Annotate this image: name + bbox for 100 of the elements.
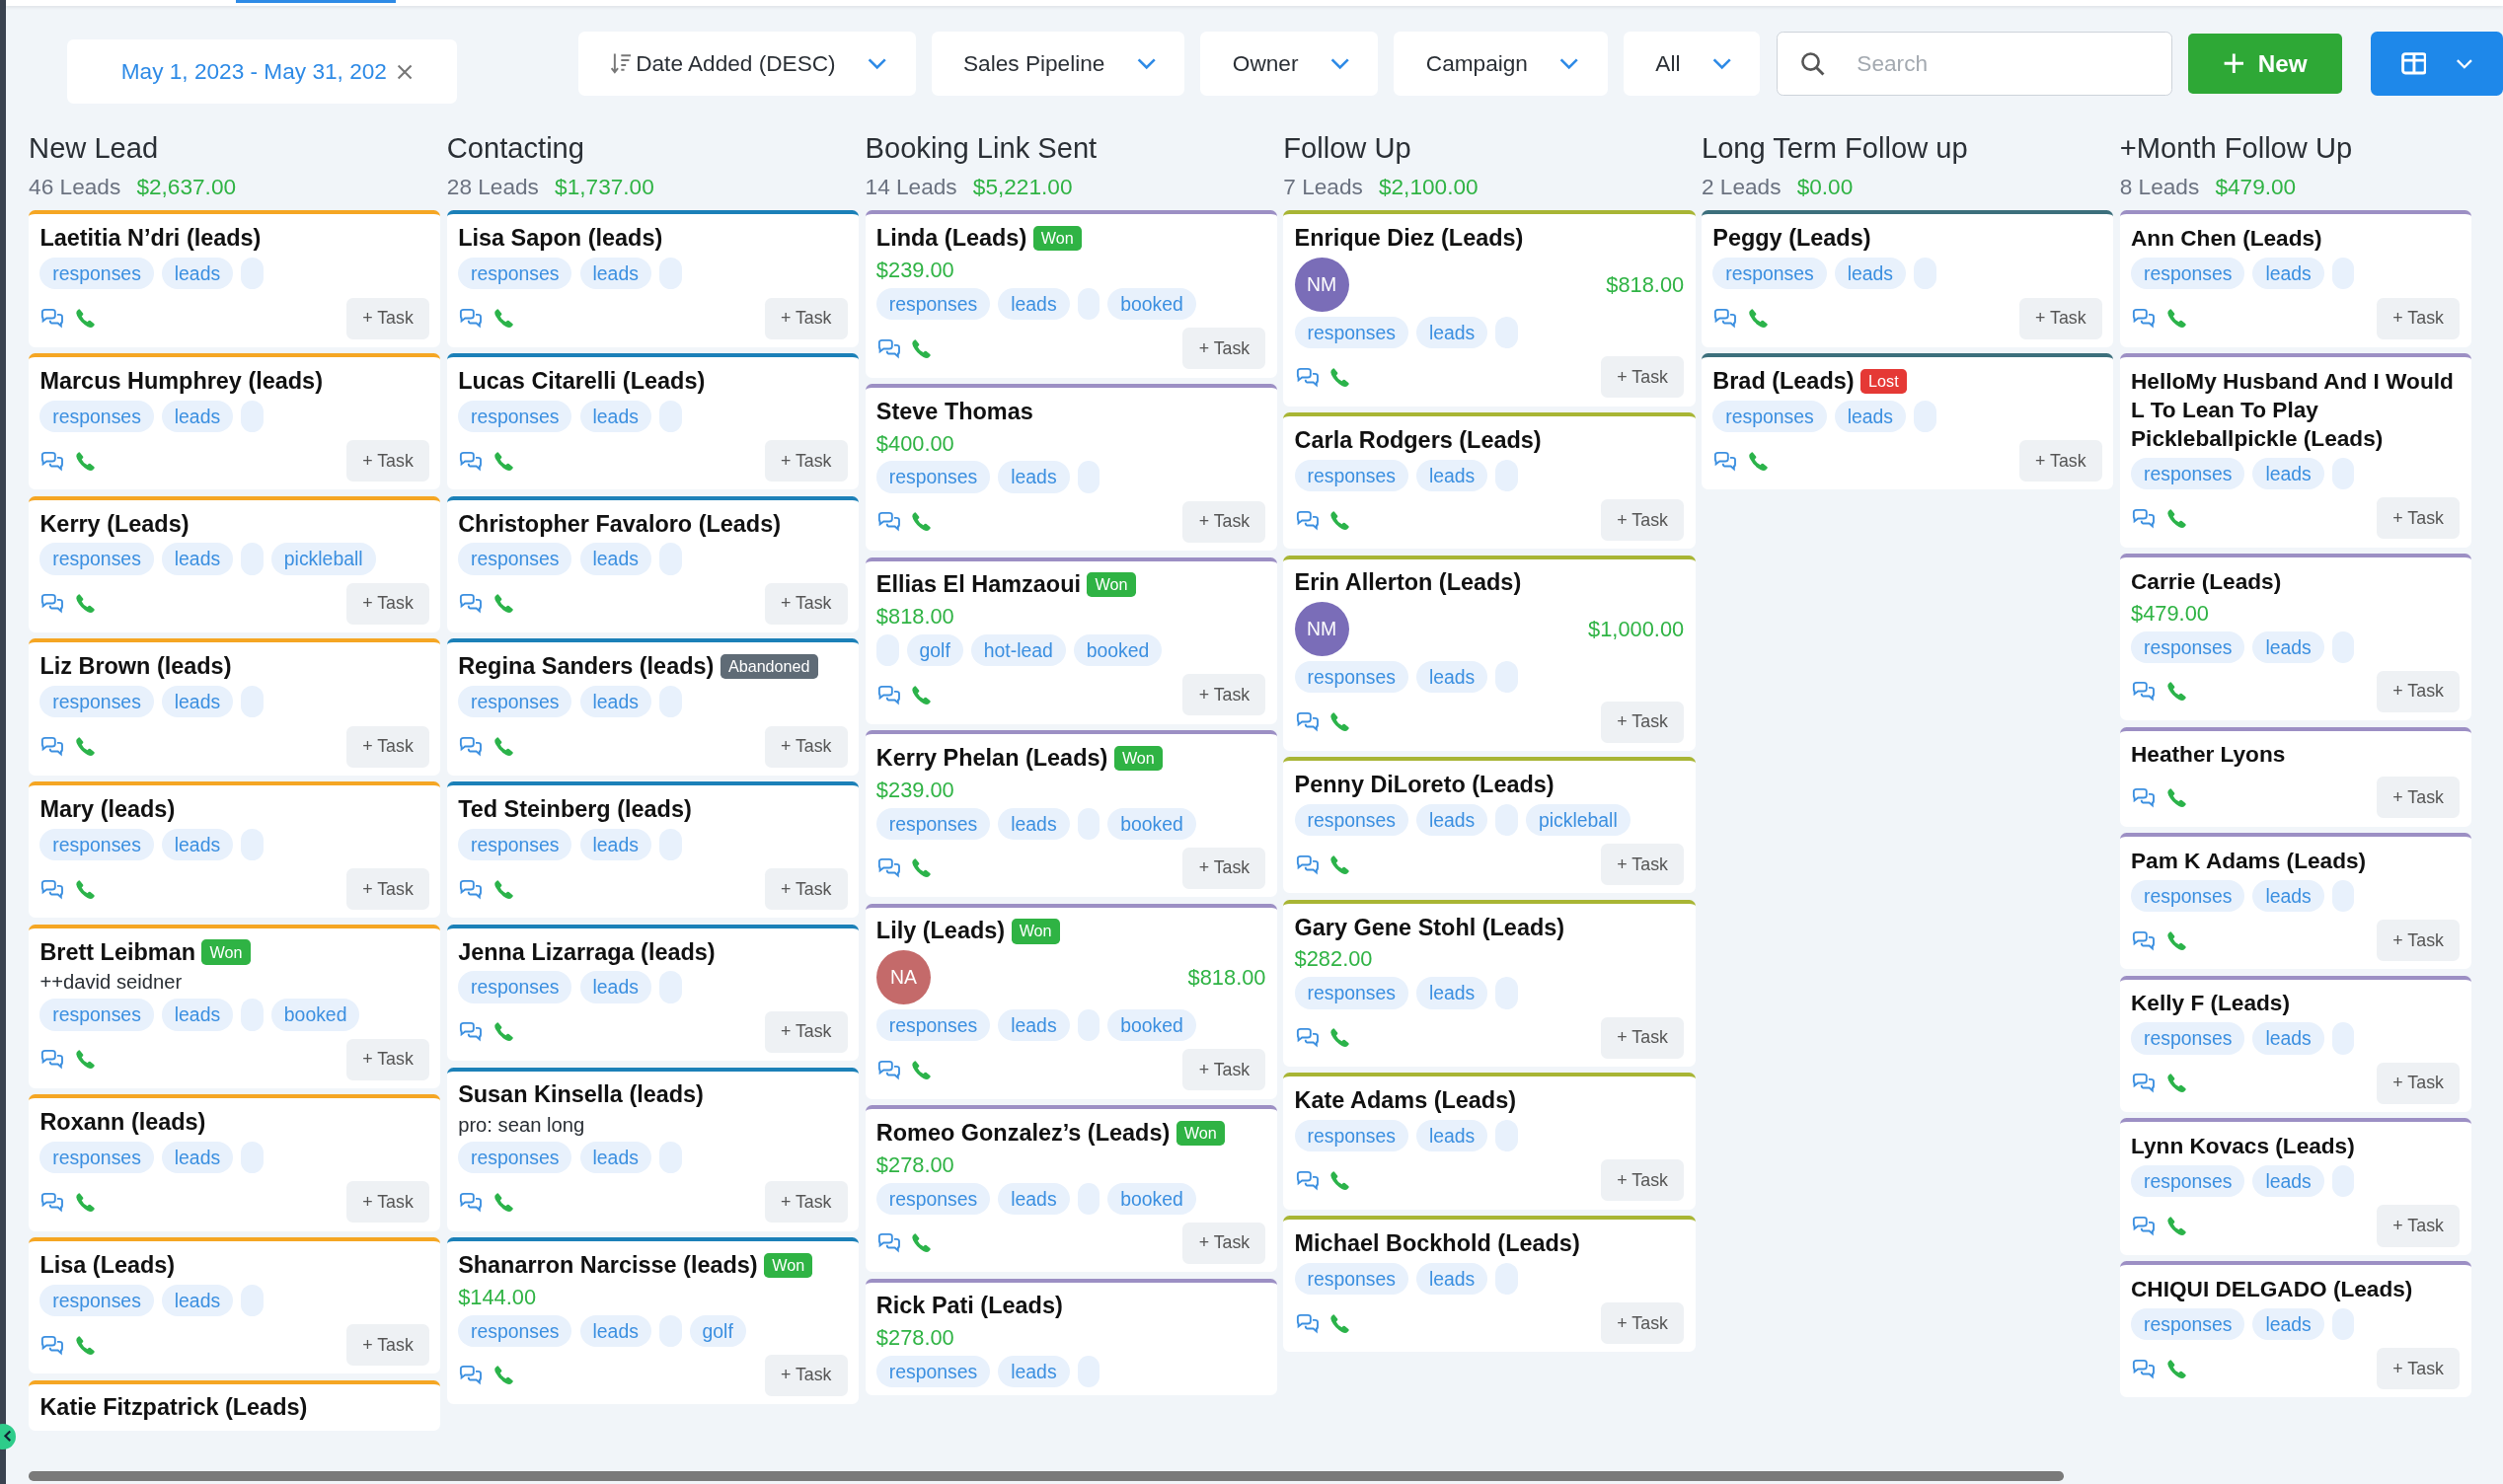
chat-icon[interactable] [1294,1312,1321,1334]
lead-card[interactable]: Erin Allerton (Leads) NM $1,000.00 responses leads + Task [1283,555,1696,751]
phone-icon[interactable] [1329,509,1351,531]
chat-icon[interactable] [39,593,66,615]
add-task-button[interactable]: + Task [764,1354,848,1396]
lead-card[interactable]: Lisa Sapon (leads) responses leads + Task [446,210,860,347]
chat-icon[interactable] [1712,308,1739,330]
lead-card[interactable]: Penny DiLoreto (Leads) responses leads pickleball + Task [1283,757,1696,894]
lead-name[interactable]: Peggy (Leads) [1712,224,1871,254]
chat-icon[interactable] [2131,507,2157,529]
date-range-field[interactable]: May 1, 2023 - May 31, 202 [66,39,458,105]
add-task-button[interactable]: + Task [1182,674,1266,716]
chat-icon[interactable] [458,878,484,900]
lead-card[interactable]: Lucas Citarelli (Leads) responses leads + Task [446,353,860,490]
add-task-button[interactable]: + Task [764,1181,848,1224]
lead-card[interactable]: Kelly F (Leads) responses leads + Task [2119,975,2471,1112]
add-task-button[interactable]: + Task [2377,777,2461,819]
phone-icon[interactable] [1329,1169,1351,1191]
lead-name[interactable]: Marcus Humphrey (leads) [39,366,323,396]
phone-icon[interactable] [2165,929,2187,951]
phone-icon[interactable] [2165,507,2187,529]
lead-card[interactable]: Brad (Leads) Lost responses leads + Task [1702,353,2114,490]
lead-card[interactable]: Susan Kinsella (leads) pro: sean long responses leads + Task [446,1067,860,1231]
chat-icon[interactable] [875,1232,902,1254]
lead-card[interactable]: Peggy (Leads) responses leads + Task [1702,210,2114,347]
add-task-button[interactable]: + Task [1182,1049,1266,1091]
phone-icon[interactable] [493,1365,514,1386]
lead-card[interactable]: Christopher Favaloro (Leads) responses leads + Task [446,495,860,632]
lead-name[interactable]: Penny DiLoreto (Leads) [1294,770,1555,799]
chat-icon[interactable] [458,736,484,758]
chat-icon[interactable] [2131,1073,2157,1094]
lead-card[interactable]: Kerry (Leads) responses leads pickleball + Task [29,495,441,632]
lead-card[interactable]: Marcus Humphrey (leads) responses leads + Task [29,353,441,490]
phone-icon[interactable] [493,593,514,615]
chat-icon[interactable] [39,878,66,900]
lead-name[interactable]: Lisa Sapon (leads) [458,224,663,254]
phone-icon[interactable] [493,1191,514,1213]
lead-card[interactable]: Kate Adams (Leads) responses leads + Task [1283,1073,1696,1210]
lead-name[interactable]: Heather Lyons [2131,740,2286,770]
lead-card[interactable]: Laetitia N’dri (leads) responses leads + Task [29,210,441,347]
add-task-button[interactable]: + Task [1182,328,1266,370]
chat-icon[interactable] [875,337,902,359]
filter-dropdown[interactable]: Sales Pipeline [931,32,1185,97]
add-task-button[interactable]: + Task [2377,1062,2461,1104]
lead-name[interactable]: Michael Bockhold (Leads) [1294,1228,1580,1258]
add-task-button[interactable]: + Task [345,440,430,482]
phone-icon[interactable] [75,450,96,472]
lead-name[interactable]: Brad (Leads) [1712,366,1855,396]
lead-name[interactable]: Christopher Favaloro (Leads) [458,509,782,539]
lead-name[interactable]: Kelly F (Leads) [2131,989,2290,1018]
filter-dropdown[interactable]: Owner [1200,32,1379,97]
lead-name[interactable]: Carla Rodgers (Leads) [1294,425,1542,455]
lead-card[interactable]: Lily (Leads) Won NA $818.00 responses leads booked + Task [865,903,1277,1099]
phone-icon[interactable] [75,878,96,900]
filter-dropdown[interactable]: Campaign [1394,32,1608,97]
close-icon[interactable] [396,63,413,80]
add-task-button[interactable]: + Task [2377,1205,2461,1247]
chat-icon[interactable] [1294,1027,1321,1049]
view-toggle-button[interactable] [2371,32,2503,97]
lead-name[interactable]: Pam K Adams (Leads) [2131,846,2367,875]
phone-icon[interactable] [911,1059,933,1080]
lead-name[interactable]: Kate Adams (Leads) [1294,1086,1517,1116]
add-task-button[interactable]: + Task [345,297,430,339]
add-task-button[interactable]: + Task [345,868,430,911]
lead-name[interactable]: Ann Chen (Leads) [2131,224,2322,254]
phone-icon[interactable] [493,450,514,472]
sort-dropdown[interactable]: Date Added (DESC) [577,32,916,97]
phone-icon[interactable] [2165,1358,2187,1379]
add-task-button[interactable]: + Task [345,582,430,625]
chat-icon[interactable] [2131,929,2157,951]
add-task-button[interactable]: + Task [764,582,848,625]
lead-name[interactable]: CHIQUI DELGADO (Leads) [2131,1274,2413,1303]
add-task-button[interactable]: + Task [345,1324,430,1367]
lead-card[interactable]: Katie Fitzpatrick (Leads) [29,1379,441,1431]
phone-icon[interactable] [75,1049,96,1071]
lead-name[interactable]: Lisa (Leads) [39,1250,176,1280]
chat-icon[interactable] [1294,1169,1321,1191]
add-task-button[interactable]: + Task [1182,1222,1266,1264]
chat-icon[interactable] [875,511,902,533]
chat-icon[interactable] [39,1334,66,1356]
lead-card[interactable]: Romeo Gonzalez’s (Leads) Won $278.00 responses leads booked + Task [865,1105,1277,1273]
lead-name[interactable]: Brett Leibman [39,937,195,967]
phone-icon[interactable] [75,308,96,330]
lead-name[interactable]: Roxann (leads) [39,1108,206,1138]
filter-dropdown[interactable]: All [1623,32,1761,97]
phone-icon[interactable] [75,1334,96,1356]
lead-name[interactable]: Laetitia N’dri (leads) [39,224,262,254]
lead-card[interactable]: Lisa (Leads) responses leads + Task [29,1237,441,1374]
add-task-button[interactable]: + Task [2018,440,2102,482]
lead-name[interactable]: Mary (leads) [39,794,176,824]
phone-icon[interactable] [75,736,96,758]
lead-name[interactable]: Carrie (Leads) [2131,566,2282,596]
lead-name[interactable]: Linda (Leads) [875,224,1027,254]
lead-card[interactable]: Rick Pati (Leads) $278.00 responses leads [865,1278,1277,1396]
lead-card[interactable]: Liz Brown (leads) responses leads + Task [29,638,441,776]
lead-card[interactable]: Ann Chen (Leads) responses leads + Task [2119,210,2471,347]
search-field[interactable]: Search [1776,32,2172,97]
chat-icon[interactable] [875,857,902,879]
add-task-button[interactable]: + Task [345,725,430,768]
chat-icon[interactable] [458,1365,484,1386]
